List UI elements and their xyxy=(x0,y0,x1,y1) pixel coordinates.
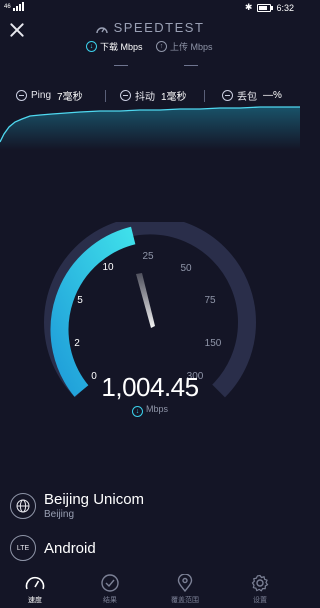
nav-results[interactable]: 结果 xyxy=(90,574,130,605)
speed-unit-label: Mbps xyxy=(145,404,168,414)
gauge-tick: 50 xyxy=(180,263,192,274)
speed-unit: ↓ Mbps xyxy=(0,404,300,417)
download-value-placeholder xyxy=(114,65,128,66)
bottom-nav: 速度 结果 覆盖范围 设置 xyxy=(0,568,300,608)
gauge-tick: 2 xyxy=(74,338,80,349)
direction-tabs: ↓ 下载 Mbps ↑ 上传 Mbps xyxy=(0,40,300,70)
gauge-tick: 25 xyxy=(142,251,154,262)
nav-settings-label: 设置 xyxy=(253,597,267,604)
check-circle-icon xyxy=(101,574,119,592)
download-icon: ↓ xyxy=(86,41,97,52)
tab-upload[interactable]: ↑ 上传 Mbps xyxy=(156,40,213,53)
gauge-tick: 150 xyxy=(205,338,222,349)
nav-settings[interactable]: 设置 xyxy=(240,574,280,605)
upload-value-placeholder xyxy=(184,65,198,66)
lte-badge: LTE xyxy=(10,535,36,561)
download-icon: ↓ xyxy=(131,406,143,417)
speedometer-icon xyxy=(25,576,45,590)
globe-icon xyxy=(10,492,36,519)
gauge-tick: 10 xyxy=(102,262,114,273)
signal-bars-icon xyxy=(12,2,24,11)
current-speed: 1,004.45 xyxy=(101,372,199,402)
tab-download-label: 下载 Mbps xyxy=(100,42,143,52)
nav-coverage-label: 覆盖范围 xyxy=(171,597,199,604)
device-name: Android xyxy=(44,539,96,557)
provider-city: Beijing xyxy=(44,509,75,520)
map-pin-icon xyxy=(177,574,193,592)
nav-results-label: 结果 xyxy=(103,597,117,604)
app-title-text: SPEEDTEST xyxy=(113,20,205,35)
provider-info[interactable]: Beijing Unicom Beijing xyxy=(10,491,144,520)
tab-download[interactable]: ↓ 下载 Mbps xyxy=(86,40,143,53)
gear-icon xyxy=(251,574,269,592)
battery-icon xyxy=(257,3,274,12)
nav-speed[interactable]: 速度 xyxy=(15,574,55,605)
gauge-tick: 75 xyxy=(204,295,216,306)
signal-indicator: 46 xyxy=(4,2,24,11)
gauge-tick: 5 xyxy=(77,295,83,306)
clock: 6:32 xyxy=(276,2,294,13)
tab-upload-label: 上传 Mbps xyxy=(170,42,213,52)
provider-name: Beijing Unicom xyxy=(44,491,145,508)
nav-coverage[interactable]: 覆盖范围 xyxy=(165,574,205,605)
app-title: SPEEDTEST xyxy=(0,20,300,35)
status-bar: 46 ✱ 6:32 xyxy=(0,0,300,16)
connection-info[interactable]: LTE Android xyxy=(10,535,96,561)
bluetooth-icon: ✱ xyxy=(244,2,253,12)
upload-icon: ↑ xyxy=(156,41,167,52)
gauge-needle xyxy=(136,273,155,328)
signal-label: 46 xyxy=(4,3,11,10)
nav-speed-label: 速度 xyxy=(28,597,42,604)
speed-graph xyxy=(0,106,300,150)
speedtest-logo-icon xyxy=(95,27,108,34)
